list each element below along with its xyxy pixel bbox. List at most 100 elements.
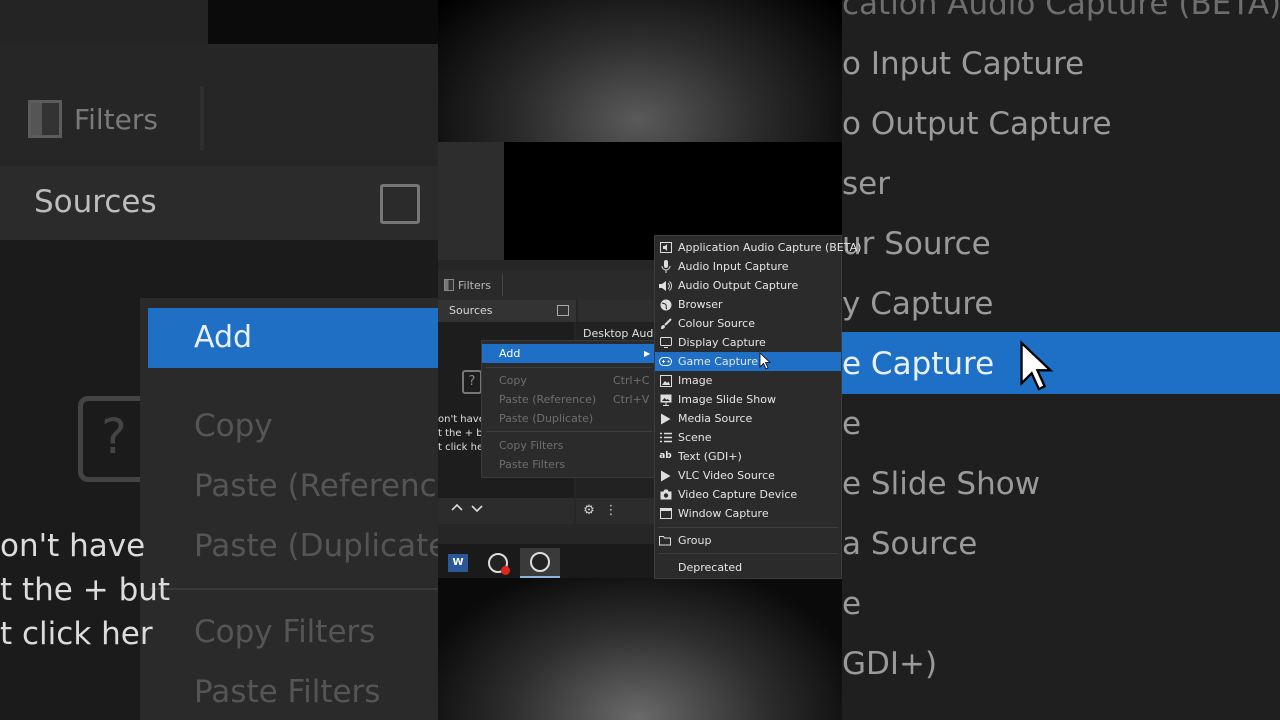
audio-settings-button[interactable]: ⚙ [580, 502, 598, 520]
menu-divider [486, 431, 652, 432]
source-item-audio-input-capture[interactable]: Audio Input Capture [655, 257, 841, 276]
bg-selected-item: e Capture [842, 332, 1280, 394]
source-item-audio-output-capture[interactable]: Audio Output Capture [655, 276, 841, 295]
paste-filters-label: Paste Filters [499, 458, 566, 471]
source-item-application-audio-capture[interactable]: Application Audio Capture (BETA) [655, 238, 861, 257]
source-item-label: Group [678, 534, 712, 547]
filters-label: Filters [458, 278, 491, 292]
bg-submenu-item: o Input Capture [842, 46, 1085, 82]
copy-label: Copy [499, 374, 527, 387]
sources-title: Sources [449, 304, 493, 317]
bg-cursor-icon [1020, 340, 1054, 391]
paste-filters-menu-item[interactable]: Paste Filters [482, 455, 656, 474]
bg-menu-item: Paste (Reference) [194, 468, 438, 504]
zoomed-background-left: Filters Sources ? Add Copy Paste (Refere… [0, 0, 438, 720]
gamepad-icon [659, 355, 672, 368]
bg-menu-item: Copy Filters [194, 614, 376, 650]
bg-submenu-item: ser [842, 166, 890, 202]
source-item-vlc-video-source[interactable]: VLC Video Source [655, 466, 841, 485]
source-item-colour-source[interactable]: Colour Source [655, 314, 841, 333]
source-item-media-source[interactable]: Media Source [655, 409, 841, 428]
filters-icon [444, 279, 454, 291]
source-item-group[interactable]: Group [655, 531, 841, 550]
bg-menu-item: Copy [194, 408, 273, 444]
paste-shortcut: Ctrl+V [613, 393, 650, 406]
app-audio-icon [659, 241, 672, 254]
move-down-button[interactable] [468, 502, 486, 520]
deprecated-label: Deprecated [678, 561, 743, 574]
mixer-menu-button[interactable]: ⋮ [602, 502, 620, 520]
obs-icon [488, 553, 510, 575]
copy-filters-menu-item[interactable]: Copy Filters [482, 436, 656, 455]
bg-corner [0, 0, 208, 44]
sources-toolbar [438, 498, 574, 524]
source-item-label: Text (GDI+) [678, 450, 742, 463]
paste-duplicate-label: Paste (Duplicate) [499, 412, 594, 425]
source-item-label: Browser [678, 298, 723, 311]
recording-dot-icon [501, 566, 510, 575]
move-up-button[interactable] [448, 502, 466, 520]
microphone-icon [659, 260, 672, 273]
paste-duplicate-menu-item[interactable]: Paste (Duplicate) [482, 409, 656, 428]
mixer-toolbar: ⚙ ⋮ [576, 498, 654, 524]
dock-popout-icon[interactable] [557, 305, 569, 316]
chevron-up-icon [451, 503, 463, 511]
source-item-label: Video Capture Device [678, 488, 798, 501]
source-item-window-capture[interactable]: Window Capture [655, 504, 841, 523]
text-icon: ab [659, 451, 672, 461]
source-item-label: Image Slide Show [678, 393, 776, 406]
bg-sources-header: Sources [0, 166, 438, 240]
bg-separator [200, 86, 204, 150]
question-icon: ? [462, 370, 482, 394]
source-item-display-capture[interactable]: Display Capture [655, 333, 841, 352]
source-item-scene[interactable]: Scene [655, 428, 841, 447]
filters-icon [28, 100, 62, 138]
list-icon [659, 431, 672, 444]
window-icon [659, 507, 672, 520]
source-item-label: Window Capture [678, 507, 769, 520]
submenu-divider [658, 553, 838, 554]
toolbar-separator [502, 274, 503, 296]
source-item-browser[interactable]: Browser [655, 295, 841, 314]
bg-submenu-item: e [842, 406, 862, 442]
source-item-label: Application Audio Capture (BETA) [678, 241, 862, 254]
word-icon: W [448, 554, 468, 572]
paste-reference-label: Paste (Reference) [499, 393, 597, 406]
bg-menu-divider [150, 588, 438, 590]
deprecated-submenu-item[interactable]: Deprecated [655, 558, 841, 577]
word-taskbar-button[interactable]: W [438, 548, 478, 578]
obs-icon [530, 552, 550, 572]
bg-hint-line: t the + but [0, 572, 171, 608]
add-label: Add [499, 347, 521, 360]
speaker-icon [659, 279, 672, 292]
camera-icon [659, 488, 672, 501]
play-icon [659, 412, 672, 425]
source-item-image-slide-show[interactable]: Image Slide Show [655, 390, 841, 409]
source-item-video-capture-device[interactable]: Video Capture Device [655, 485, 841, 504]
more-vertical-icon: ⋮ [604, 503, 618, 518]
bg-submenu-item: cation Audio Capture (BETA) [842, 0, 1280, 22]
chevron-down-icon [471, 505, 483, 513]
filters-button[interactable]: Filters [444, 274, 491, 296]
bg-submenu-item: o Output Capture [842, 106, 1112, 142]
source-item-label: Display Capture [678, 336, 766, 349]
submenu-divider [658, 527, 838, 528]
play-icon [659, 469, 672, 482]
source-item-game-capture[interactable]: Game Capture [655, 352, 841, 371]
source-item-label: Media Source [678, 412, 753, 425]
obs-taskbar-button[interactable] [520, 548, 560, 578]
bg-hint-line: t click her [0, 616, 153, 652]
copy-menu-item[interactable]: Copy Ctrl+C [482, 371, 656, 390]
source-item-text-gdi[interactable]: ab Text (GDI+) [655, 447, 841, 466]
obs-recording-taskbar-button[interactable] [478, 548, 518, 578]
empty-hint-line: on't have [438, 414, 485, 425]
paste-reference-menu-item[interactable]: Paste (Reference) Ctrl+V [482, 390, 656, 409]
bg-preview-strip [208, 0, 438, 44]
source-item-image[interactable]: Image [655, 371, 841, 390]
add-menu-item[interactable]: Add ▶ [482, 344, 656, 363]
bg-submenu-item: ur Source [842, 226, 991, 262]
folder-icon [659, 534, 672, 547]
sources-dock-header: Sources [438, 300, 576, 322]
source-item-label: VLC Video Source [678, 469, 775, 482]
monitor-icon [659, 336, 672, 349]
